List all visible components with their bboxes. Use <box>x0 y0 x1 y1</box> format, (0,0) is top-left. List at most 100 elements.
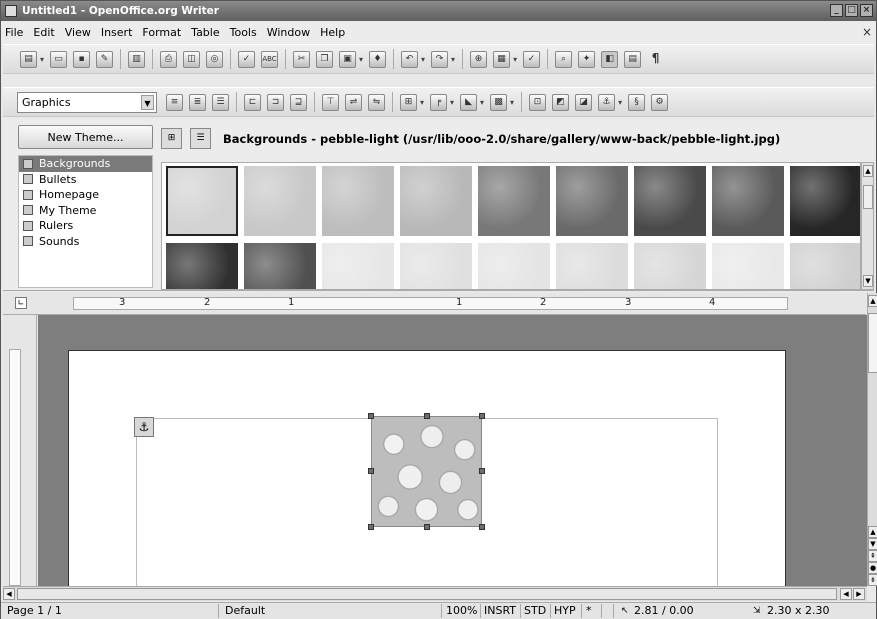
previous-page-icon[interactable]: ⇞ <box>868 550 877 562</box>
anchor-icon[interactable]: ⚓ <box>134 417 154 437</box>
theme-item-homepage[interactable]: Homepage <box>19 187 152 203</box>
maximize-button[interactable]: □ <box>845 4 858 17</box>
menu-file[interactable]: File <box>5 26 23 39</box>
insert-table-icon[interactable]: ▦ <box>493 50 511 68</box>
scroll-up-icon[interactable]: ▲ <box>863 165 873 177</box>
border-color-dropdown-icon[interactable]: ▾ <box>480 98 484 107</box>
horizontal-scrollbar[interactable]: ◀ ◀ ▶ <box>3 586 867 601</box>
page-preview-icon[interactable]: ◎ <box>206 50 224 68</box>
vertical-ruler-scale[interactable] <box>9 349 21 586</box>
theme-item-rulers[interactable]: Rulers <box>19 218 152 234</box>
menu-format[interactable]: Format <box>142 26 181 39</box>
gallery-thumbnail[interactable] <box>322 243 394 289</box>
selection-handle[interactable] <box>479 524 485 530</box>
background-color-icon[interactable]: ▩ <box>490 93 508 111</box>
gallery-thumbnail[interactable] <box>244 243 316 289</box>
close-button[interactable]: × <box>860 4 873 17</box>
undo-dropdown-icon[interactable]: ▾ <box>421 55 425 64</box>
page-wrap-icon[interactable]: ≣ <box>189 93 206 111</box>
gallery-thumbnail[interactable] <box>244 166 316 236</box>
theme-item-backgrounds[interactable]: Backgrounds <box>19 156 152 172</box>
hyperlink-mode[interactable]: HYP <box>554 604 576 618</box>
selection-handle[interactable] <box>479 413 485 419</box>
toolbar-options-icon[interactable]: ⚙ <box>651 93 669 111</box>
zoom-level[interactable]: 100% <box>446 604 477 618</box>
redo-icon[interactable]: ↷ <box>431 50 449 68</box>
vertical-scrollbar[interactable]: ▲ ▲ ▼ ⇞ ● ⇟ <box>867 293 877 586</box>
gallery-thumbnail[interactable] <box>556 243 628 289</box>
align-left-icon[interactable]: ⊏ <box>244 93 261 111</box>
page-style[interactable]: Default <box>225 604 265 618</box>
scroll-up-icon[interactable]: ▲ <box>868 295 877 307</box>
export-pdf-icon[interactable]: ▥ <box>128 50 146 68</box>
gallery-thumbnail[interactable] <box>166 166 238 236</box>
borders-dropdown-icon[interactable]: ▾ <box>420 98 424 107</box>
data-sources-icon[interactable]: ▤ <box>624 50 642 68</box>
align-top-icon[interactable]: ⊤ <box>322 93 339 111</box>
document-area[interactable]: ⚓ <box>38 315 867 586</box>
open-folder-icon[interactable]: ▭ <box>50 50 68 68</box>
unlink-frames-icon[interactable]: ⇋ <box>368 93 385 111</box>
gallery-thumbnail[interactable] <box>556 166 628 236</box>
optimal-wrap-icon[interactable]: ☰ <box>212 93 229 111</box>
gallery-thumbnail[interactable] <box>478 166 550 236</box>
anchor-icon[interactable]: ⚓ <box>598 93 616 111</box>
gallery-thumbnail[interactable] <box>322 166 394 236</box>
save-icon[interactable]: ▪ <box>73 50 91 68</box>
inserted-pebble-image[interactable] <box>371 416 482 527</box>
theme-item-sounds[interactable]: Sounds <box>19 234 152 250</box>
scroll-thumb[interactable] <box>17 588 837 600</box>
document-page[interactable]: ⚓ <box>68 350 786 586</box>
paste-dropdown-icon[interactable]: ▾ <box>359 55 363 64</box>
selection-handle[interactable] <box>424 524 430 530</box>
gallery-thumbnail[interactable] <box>166 243 238 289</box>
gallery-thumbnail[interactable] <box>790 243 860 289</box>
menu-table[interactable]: Table <box>191 26 219 39</box>
scroll-down-icon[interactable]: ▼ <box>863 275 873 287</box>
edit-file-icon[interactable]: ✎ <box>96 50 114 68</box>
selection-handle[interactable] <box>368 468 374 474</box>
insert-mode[interactable]: INSRT <box>484 604 516 618</box>
line-style-dropdown-icon[interactable]: ▾ <box>450 98 454 107</box>
chevron-down-icon[interactable]: ▼ <box>141 94 154 110</box>
spellcheck-icon[interactable]: ✓ <box>238 50 256 68</box>
scroll-left-icon[interactable]: ◀ <box>3 588 15 600</box>
wrap-off-icon[interactable]: ≡ <box>166 93 183 111</box>
scroll-thumb[interactable] <box>868 313 877 373</box>
selection-handle[interactable] <box>368 524 374 530</box>
selection-mode[interactable]: STD <box>524 604 546 618</box>
page-count[interactable]: Page 1 / 1 <box>7 604 62 618</box>
tab-stop-icon[interactable]: ∟ <box>15 297 27 309</box>
document-close-icon[interactable]: × <box>862 25 872 39</box>
scroll-left-icon[interactable]: ◀ <box>840 588 852 600</box>
selection-handle[interactable] <box>368 413 374 419</box>
style-combobox[interactable]: Graphics ▼ <box>17 91 157 113</box>
new-theme-button[interactable]: New Theme... <box>18 125 153 149</box>
navigation-icon[interactable]: ● <box>868 562 877 574</box>
icon-view-button[interactable]: ⊞ <box>161 128 182 149</box>
print-preview-icon[interactable]: ◫ <box>183 50 201 68</box>
scroll-up-icon[interactable]: ▲ <box>868 526 877 538</box>
macro-icon[interactable]: § <box>628 93 646 111</box>
table-dropdown-icon[interactable]: ▾ <box>513 55 517 64</box>
navigator-icon[interactable]: ✦ <box>578 50 596 68</box>
new-dropdown-icon[interactable]: ▾ <box>40 55 44 64</box>
undo-icon[interactable]: ↶ <box>401 50 419 68</box>
paste-icon[interactable]: ▣ <box>339 50 357 68</box>
formatting-marks-icon[interactable]: ¶ <box>647 51 664 68</box>
gallery-icon[interactable]: ◧ <box>601 50 619 68</box>
menu-window[interactable]: Window <box>267 26 310 39</box>
scroll-right-icon[interactable]: ▶ <box>853 588 865 600</box>
gallery-thumbnail[interactable] <box>712 166 784 236</box>
show-draw-functions-icon[interactable]: ✓ <box>523 50 541 68</box>
gallery-thumbnail[interactable] <box>400 166 472 236</box>
menu-insert[interactable]: Insert <box>101 26 133 39</box>
scroll-down-icon[interactable]: ▼ <box>868 538 877 550</box>
detailed-view-button[interactable]: ☰ <box>190 128 211 149</box>
format-paintbrush-icon[interactable]: ♦ <box>369 50 387 68</box>
gallery-thumbnail[interactable] <box>790 166 860 236</box>
selection-handle[interactable] <box>424 413 430 419</box>
menu-help[interactable]: Help <box>320 26 345 39</box>
cut-icon[interactable]: ✂ <box>293 50 311 68</box>
scroll-thumb[interactable] <box>863 185 873 209</box>
